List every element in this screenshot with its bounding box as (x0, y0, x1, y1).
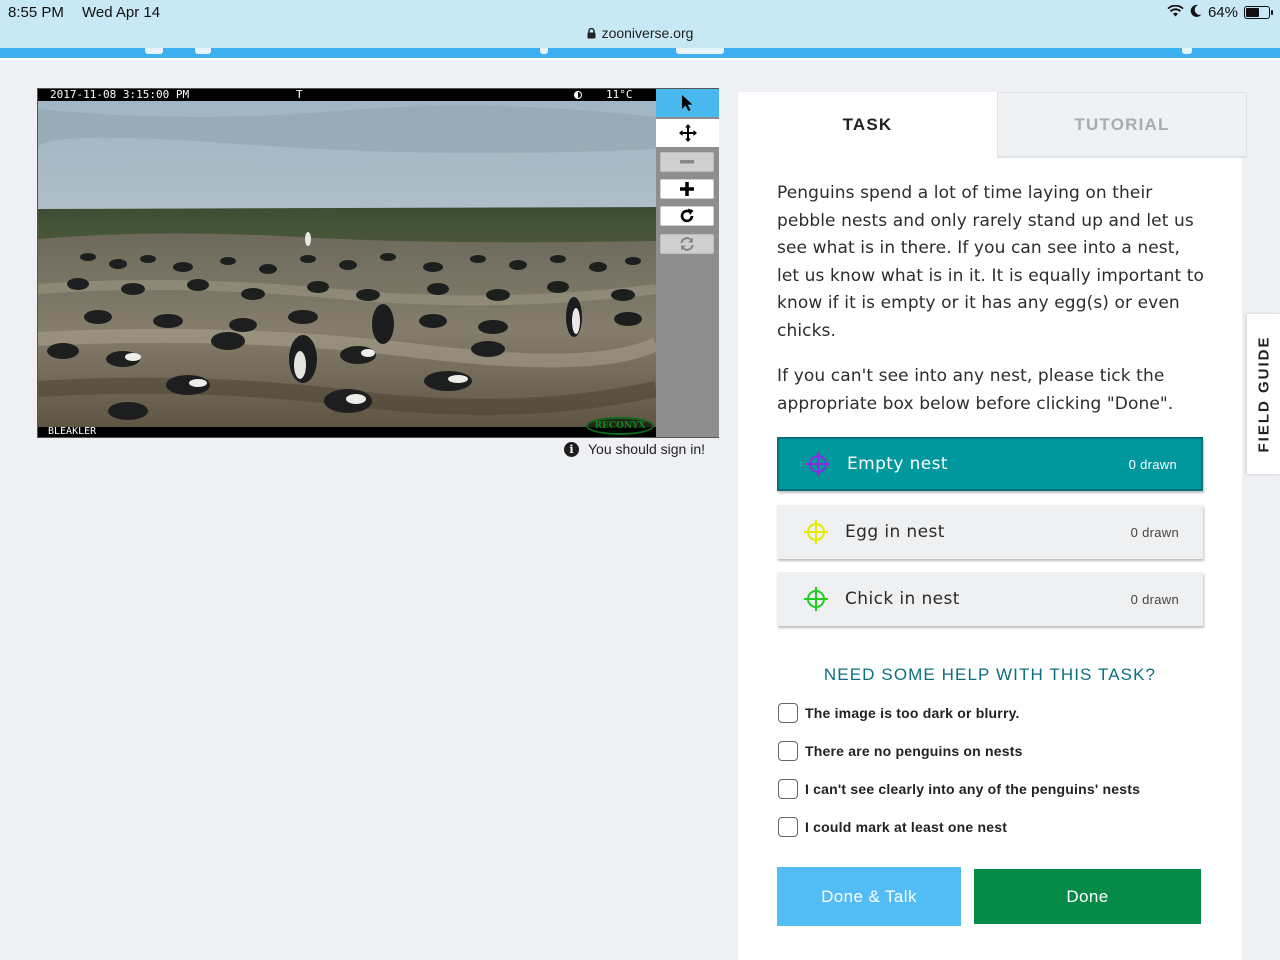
checkbox-box[interactable] (778, 741, 798, 761)
drawing-tool-egg-in-nest[interactable]: Egg in nest 0 drawn (777, 505, 1203, 559)
zoom-out-button[interactable] (660, 152, 714, 172)
done-and-talk-button[interactable]: Done & Talk (777, 867, 961, 926)
viewer-toolbar (656, 89, 719, 437)
battery-icon (1244, 6, 1273, 19)
zoom-in-button[interactable] (660, 179, 714, 199)
rotate-button[interactable] (660, 206, 714, 226)
instructions-paragraph-2: If you can't see into any nest, please t… (777, 366, 1174, 414)
drawing-tool-count: 0 drawn (1130, 524, 1179, 540)
done-button[interactable]: Done (974, 869, 1201, 924)
field-guide-tab[interactable]: FIELD GUIDE (1247, 314, 1280, 474)
pointer-icon (681, 95, 692, 111)
battery-level (1246, 8, 1259, 17)
reset-icon (680, 237, 694, 251)
moon-phase-icon (574, 91, 582, 99)
camera-location-bar: BLEAKLER (38, 427, 656, 437)
checkbox-label: I could mark at least one nest (805, 819, 1008, 835)
drawing-tool-count: 0 drawn (1130, 591, 1179, 607)
url-text: zooniverse.org (601, 25, 694, 41)
field-guide-label: FIELD GUIDE (1255, 335, 1272, 453)
camera-timestamp: 2017-11-08 3:15:00 PM (50, 89, 190, 101)
address-bar[interactable]: zooniverse.org (0, 25, 1280, 42)
zoom-out-icon (680, 160, 694, 164)
checkbox-label: I can't see clearly into any of the peng… (805, 781, 1141, 797)
subject-viewer[interactable]: 2017-11-08 3:15:00 PM T 11°C BLEAKLER RE… (37, 88, 719, 438)
instructions-paragraph-1: Penguins spend a lot of time laying on t… (777, 183, 1205, 341)
checkbox-cant-see-nests[interactable]: I can't see clearly into any of the peng… (778, 779, 1140, 799)
status-bar: 8:55 PM Wed Apr 14 zooniverse.org 64% (0, 0, 1280, 50)
drawing-tool-count: 0 drawn (1128, 456, 1177, 472)
rotate-icon (680, 208, 694, 223)
reconyx-logo: RECONYX (586, 417, 654, 435)
help-title[interactable]: NEED SOME HELP WITH THIS TASK? (738, 665, 1242, 685)
checkbox-box[interactable] (778, 779, 798, 799)
status-date: Wed Apr 14 (82, 4, 161, 21)
reset-button[interactable] (660, 234, 714, 254)
status-indicators: 64% (1167, 4, 1273, 21)
pan-tool-button[interactable] (656, 119, 719, 147)
status-time: 8:55 PM (8, 4, 64, 21)
tab-task[interactable]: TASK (738, 92, 997, 158)
sign-in-text: You should sign in! (588, 441, 706, 457)
crosshair-icon (801, 517, 831, 547)
drawing-tool-empty-nest[interactable]: Empty nest 0 drawn (777, 437, 1203, 491)
battery-percent: 64% (1207, 4, 1238, 21)
checkbox-marked-one-nest[interactable]: I could mark at least one nest (778, 817, 1007, 837)
checkbox-too-dark[interactable]: The image is too dark or blurry. (778, 703, 1020, 723)
moon-icon (1190, 4, 1202, 21)
checkbox-label: There are no penguins on nests (805, 743, 1023, 759)
lock-icon (587, 26, 596, 42)
wifi-icon (1167, 4, 1184, 21)
pan-icon (678, 124, 697, 142)
drawing-tool-label: Empty nest (847, 454, 948, 474)
subject-image[interactable]: 2017-11-08 3:15:00 PM T 11°C BLEAKLER RE… (38, 89, 656, 437)
tab-tutorial[interactable]: TUTORIAL (997, 92, 1247, 158)
info-icon: i (564, 441, 579, 457)
sign-in-notice[interactable]: i You should sign in! (564, 441, 705, 457)
crosshair-icon (803, 449, 833, 479)
camera-info-bar: 2017-11-08 3:15:00 PM T 11°C (38, 89, 656, 101)
camera-temperature: 11°C (606, 89, 633, 101)
page-header-strip (0, 48, 1280, 60)
checkbox-box[interactable] (778, 817, 798, 837)
crosshair-icon (801, 584, 831, 614)
drawing-tool-label: Egg in nest (845, 522, 945, 542)
drawing-tool-chick-in-nest[interactable]: Chick in nest 0 drawn (777, 572, 1203, 626)
task-panel: TASK TUTORIAL Penguins spend a lot of ti… (738, 92, 1247, 960)
checkbox-no-penguins[interactable]: There are no penguins on nests (778, 741, 1023, 761)
camera-location: BLEAKLER (48, 426, 97, 437)
camera-trigger: T (296, 89, 303, 101)
task-instructions: Penguins spend a lot of time laying on t… (777, 180, 1207, 436)
checkbox-box[interactable] (778, 703, 798, 723)
pointer-tool-button[interactable] (656, 89, 719, 117)
zoom-in-icon (680, 182, 694, 196)
drawing-tool-label: Chick in nest (845, 589, 960, 609)
checkbox-label: The image is too dark or blurry. (805, 705, 1020, 721)
